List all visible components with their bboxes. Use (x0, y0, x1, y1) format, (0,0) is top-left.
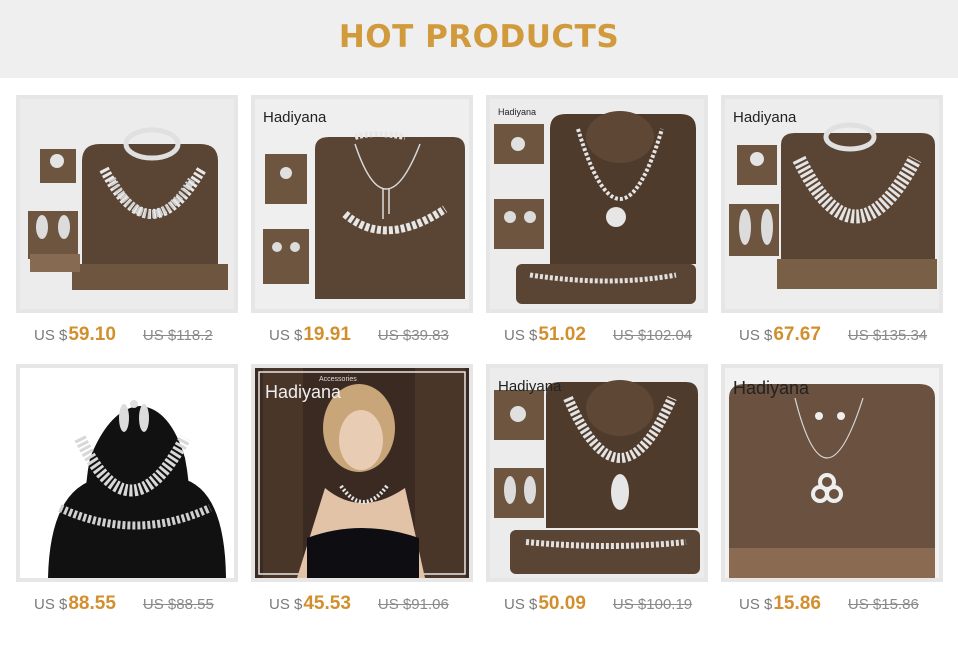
product-image[interactable]: Hadiyana (255, 99, 469, 309)
original-price: US $88.55 (142, 596, 214, 613)
product-image-frame[interactable] (16, 95, 238, 313)
sale-price: 67.67 (773, 324, 821, 345)
currency-label: US $ (504, 327, 538, 344)
currency-label: US $ (269, 596, 303, 613)
sale-price: 19.91 (303, 324, 351, 345)
product-image[interactable]: Hadiyana (490, 99, 704, 309)
price-row: US $ 50.09 US $100.19 (486, 593, 708, 619)
price-row: US $ 88.55 US $88.55 (16, 593, 238, 619)
sale-price: 51.02 (538, 324, 586, 345)
section-header: HOT PRODUCTS (0, 0, 958, 78)
sale-price: 45.53 (303, 593, 351, 614)
price-row: US $ 51.02 US $102.04 (486, 324, 708, 350)
original-price: US $91.06 (377, 596, 449, 613)
original-price: US $102.04 (612, 327, 693, 344)
brand-label: Hadiyana (498, 378, 562, 395)
currency-label: US $ (34, 327, 68, 344)
original-price: US $39.83 (377, 327, 449, 344)
original-price: US $15.86 (847, 596, 919, 613)
brand-label: Hadiyana (733, 109, 797, 126)
product-image-frame[interactable]: Hadiyana Accessories (251, 364, 473, 582)
product-image[interactable] (20, 368, 234, 578)
product-image[interactable]: Hadiyana Accessories (255, 368, 469, 578)
brand-sub-label: Accessories (319, 376, 357, 383)
section-title: HOT PRODUCTS (338, 19, 620, 55)
price-row: US $ 19.91 US $39.83 (251, 324, 473, 350)
sale-price: 88.55 (68, 593, 116, 614)
product-image[interactable]: Hadiyana (725, 99, 939, 309)
sale-price: 59.10 (68, 324, 116, 345)
product-image-frame[interactable]: Hadiyana (721, 364, 943, 582)
price-row: US $ 59.10 US $118.2 (16, 324, 238, 350)
currency-label: US $ (739, 596, 773, 613)
product-image[interactable] (20, 99, 234, 309)
product-image[interactable]: Hadiyana (725, 368, 939, 578)
brand-label: Hadiyana (263, 109, 327, 126)
price-row: US $ 67.67 US $135.34 (721, 324, 943, 350)
original-price: US $135.34 (847, 327, 928, 344)
currency-label: US $ (739, 327, 773, 344)
product-image-frame[interactable] (16, 364, 238, 582)
product-image-frame[interactable]: Hadiyana (486, 95, 708, 313)
currency-label: US $ (504, 596, 538, 613)
brand-label: Hadiyana (498, 107, 537, 117)
product-image[interactable]: Hadiyana (490, 368, 704, 578)
price-row: US $ 45.53 US $91.06 (251, 593, 473, 619)
price-row: US $ 15.86 US $15.86 (721, 593, 943, 619)
sale-price: 50.09 (538, 593, 586, 614)
brand-label: Hadiyana (265, 382, 342, 402)
product-grid: US $ 59.10 US $118.2 Hadiyana US $ 19.91… (0, 78, 958, 653)
currency-label: US $ (269, 327, 303, 344)
original-price: US $118.2 (142, 327, 213, 344)
sale-price: 15.86 (773, 593, 821, 614)
product-image-frame[interactable]: Hadiyana (721, 95, 943, 313)
product-image-frame[interactable]: Hadiyana (486, 364, 708, 582)
brand-label: Hadiyana (733, 378, 810, 398)
product-image-frame[interactable]: Hadiyana (251, 95, 473, 313)
original-price: US $100.19 (612, 596, 693, 613)
currency-label: US $ (34, 596, 68, 613)
